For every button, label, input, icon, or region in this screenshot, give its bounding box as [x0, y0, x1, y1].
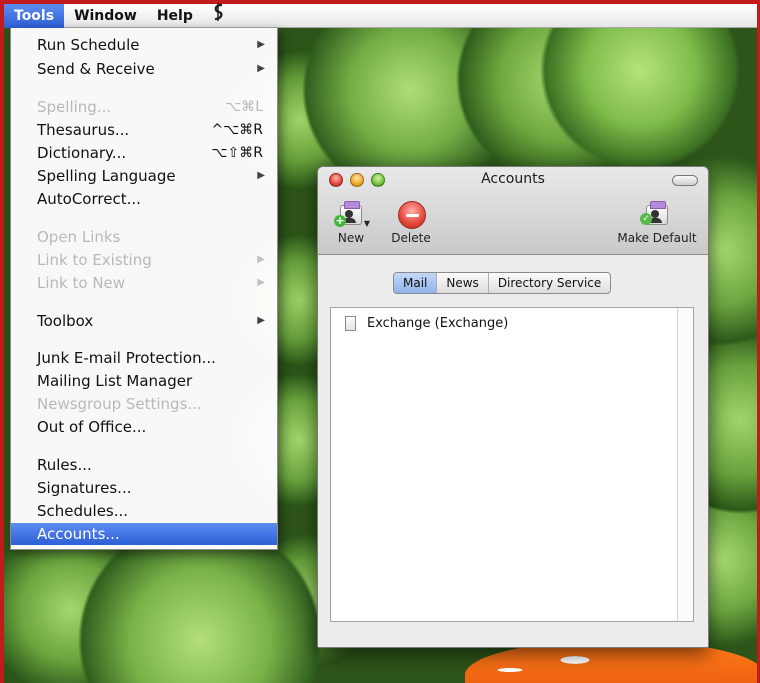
menu-item-label: Link to New	[37, 274, 126, 292]
submenu-arrow-icon: ▶	[257, 315, 265, 326]
new-account-button[interactable]: + ▼ New	[328, 199, 374, 245]
menu-bar: Tools Window Help	[4, 3, 757, 28]
menu-tools[interactable]: Tools	[4, 3, 65, 28]
list-scrollbar[interactable]	[677, 308, 693, 621]
menu-item-link-to-existing: Link to Existing ▶	[11, 249, 277, 271]
tab-directory-service[interactable]: Directory Service	[489, 273, 610, 293]
submenu-arrow-icon: ▶	[257, 39, 265, 50]
menu-item-label: Newsgroup Settings...	[37, 395, 202, 413]
window-title: Accounts	[481, 171, 545, 187]
menu-item-schedules[interactable]: Schedules...	[11, 500, 277, 522]
menu-item-label: Junk E-mail Protection...	[37, 349, 216, 367]
menu-item-newsgroup-settings: Newsgroup Settings...	[11, 393, 277, 415]
menu-item-run-schedule[interactable]: Run Schedule ▶	[11, 34, 277, 56]
script-menu-icon[interactable]	[203, 3, 233, 28]
menu-item-label: Mailing List Manager	[37, 372, 193, 390]
make-default-button[interactable]: ✓ Make Default	[612, 199, 702, 245]
menu-item-mailing-list-manager[interactable]: Mailing List Manager	[11, 370, 277, 392]
menu-item-label: Toolbox	[37, 312, 94, 330]
make-default-icon: ✓	[640, 199, 674, 231]
menu-window[interactable]: Window	[64, 4, 147, 28]
list-item[interactable]: Exchange (Exchange)	[331, 313, 676, 335]
menu-item-spelling: Spelling... ⌥⌘L	[11, 96, 277, 118]
submenu-arrow-icon: ▶	[257, 63, 265, 74]
account-type-tabs: Mail News Directory Service	[393, 272, 612, 294]
new-account-icon: + ▼	[334, 199, 370, 231]
menu-item-label: Schedules...	[37, 502, 129, 520]
account-document-icon	[345, 316, 356, 331]
menu-item-autocorrect[interactable]: AutoCorrect...	[11, 188, 277, 210]
menu-item-shortcut: ⌥⌘L	[225, 99, 263, 115]
menu-item-accounts[interactable]: Accounts...	[11, 523, 277, 545]
delete-account-button[interactable]: Delete	[386, 199, 436, 245]
menu-item-label: AutoCorrect...	[37, 190, 141, 208]
menu-item-label: Link to Existing	[37, 251, 152, 269]
menu-item-label: Spelling Language	[37, 167, 176, 185]
menu-item-label: Accounts...	[37, 525, 120, 543]
submenu-arrow-icon: ▶	[257, 254, 265, 265]
menu-item-shortcut: ⌥⇧⌘R	[211, 145, 263, 161]
toolbar-toggle-button[interactable]	[672, 175, 698, 186]
menu-item-label: Run Schedule	[37, 36, 140, 54]
menu-item-rules[interactable]: Rules...	[11, 454, 277, 476]
menu-item-label: Rules...	[37, 456, 92, 474]
menu-item-label: Dictionary...	[37, 144, 127, 162]
menu-item-thesaurus[interactable]: Thesaurus... ^⌥⌘R	[11, 119, 277, 141]
menu-item-shortcut: ^⌥⌘R	[211, 122, 263, 138]
menu-item-dictionary[interactable]: Dictionary... ⌥⇧⌘R	[11, 142, 277, 164]
menu-item-toolbox[interactable]: Toolbox ▶	[11, 310, 277, 332]
menu-item-open-links: Open Links	[11, 226, 277, 248]
account-name: Exchange (Exchange)	[367, 316, 509, 331]
menu-item-label: Out of Office...	[37, 418, 147, 436]
tab-news[interactable]: News	[437, 273, 489, 293]
submenu-arrow-icon: ▶	[257, 170, 265, 181]
tools-dropdown-menu: Run Schedule ▶ Send & Receive ▶ Spelling…	[10, 28, 278, 550]
menu-item-label: Signatures...	[37, 479, 132, 497]
tab-mail[interactable]: Mail	[394, 273, 438, 293]
menu-item-link-to-new: Link to New ▶	[11, 272, 277, 294]
accounts-list[interactable]: Exchange (Exchange)	[330, 307, 694, 622]
menu-item-spelling-language[interactable]: Spelling Language ▶	[11, 165, 277, 187]
submenu-arrow-icon: ▶	[257, 277, 265, 288]
menu-item-junk-email[interactable]: Junk E-mail Protection...	[11, 347, 277, 369]
make-default-label: Make Default	[617, 231, 697, 245]
menu-item-signatures[interactable]: Signatures...	[11, 477, 277, 499]
menu-item-label: Open Links	[37, 228, 121, 246]
menu-help[interactable]: Help	[147, 4, 203, 28]
menu-item-out-of-office[interactable]: Out of Office...	[11, 416, 277, 438]
new-account-label: New	[337, 231, 365, 245]
accounts-window: Accounts + ▼ New Delete ✓ Make Default M…	[317, 166, 709, 648]
menu-item-label: Thesaurus...	[37, 121, 130, 139]
window-toolbar: Accounts + ▼ New Delete ✓ Make Default	[318, 167, 708, 255]
delete-account-label: Delete	[391, 231, 431, 245]
menu-item-label: Send & Receive	[37, 60, 155, 78]
delete-icon	[394, 199, 428, 231]
menu-item-label: Spelling...	[37, 98, 112, 116]
menu-item-send-receive[interactable]: Send & Receive ▶	[11, 58, 277, 80]
frame-border-left	[0, 0, 4, 683]
